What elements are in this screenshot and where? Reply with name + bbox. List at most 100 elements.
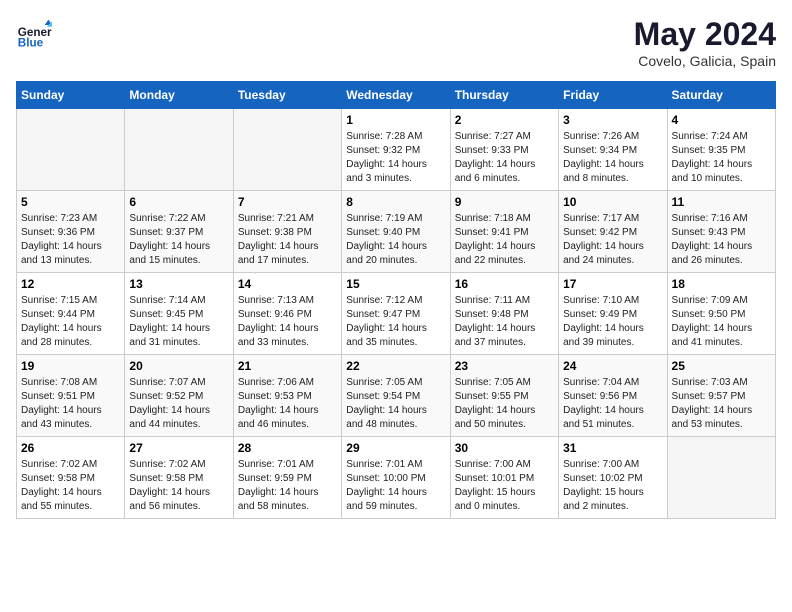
svg-text:Blue: Blue — [18, 37, 44, 50]
weekday-header-thursday: Thursday — [450, 82, 558, 109]
day-info: Sunrise: 7:19 AM Sunset: 9:40 PM Dayligh… — [346, 212, 445, 268]
calendar-cell: 13 Sunrise: 7:14 AM Sunset: 9:45 PM Dayli… — [125, 273, 233, 355]
day-number: 2 — [455, 113, 554, 127]
calendar-cell: 21Sunrise: 7:06 AM Sunset: 9:53 PM Dayli… — [233, 355, 341, 437]
calendar-cell: 16 Sunrise: 7:11 AM Sunset: 9:48 PM Dayli… — [450, 273, 558, 355]
calendar-cell: 12 Sunrise: 7:15 AM Sunset: 9:44 PM Dayli… — [17, 273, 125, 355]
day-number: 25 — [672, 359, 771, 373]
weekday-header-wednesday: Wednesday — [342, 82, 450, 109]
day-number: 15 — [346, 277, 445, 291]
day-number: 3 — [563, 113, 662, 127]
weekday-header-row: SundayMondayTuesdayWednesdayThursdayFrid… — [17, 82, 776, 109]
calendar-cell: 4 Sunrise: 7:24 AM Sunset: 9:35 PM Daylig… — [667, 109, 775, 191]
day-info: Sunrise: 7:11 AM Sunset: 9:48 PM Dayligh… — [455, 294, 554, 350]
day-number: 5 — [21, 195, 120, 209]
calendar-cell — [233, 109, 341, 191]
day-info: Sunrise: 7:15 AM Sunset: 9:44 PM Dayligh… — [21, 294, 120, 350]
weekday-header-friday: Friday — [559, 82, 667, 109]
day-number: 24 — [563, 359, 662, 373]
day-info: Sunrise: 7:24 AM Sunset: 9:35 PM Dayligh… — [672, 130, 771, 186]
calendar-cell: 24Sunrise: 7:04 AM Sunset: 9:56 PM Dayli… — [559, 355, 667, 437]
day-number: 11 — [672, 195, 771, 209]
day-info: Sunrise: 7:27 AM Sunset: 9:33 PM Dayligh… — [455, 130, 554, 186]
calendar-cell: 30 Sunrise: 7:00 AM Sunset: 10:01 PM Dayl… — [450, 437, 558, 519]
day-number: 22 — [346, 359, 445, 373]
calendar-table: SundayMondayTuesdayWednesdayThursdayFrid… — [16, 81, 776, 519]
day-number: 30 — [455, 441, 554, 455]
day-number: 9 — [455, 195, 554, 209]
day-info: Sunrise: 7:28 AM Sunset: 9:32 PM Dayligh… — [346, 130, 445, 186]
day-number: 23 — [455, 359, 554, 373]
day-info: Sunrise: 7:09 AM Sunset: 9:50 PM Dayligh… — [672, 294, 771, 350]
day-number: 20 — [129, 359, 228, 373]
calendar-cell — [17, 109, 125, 191]
calendar-cell — [667, 437, 775, 519]
calendar-cell: 15 Sunrise: 7:12 AM Sunset: 9:47 PM Dayli… — [342, 273, 450, 355]
week-row-3: 12 Sunrise: 7:15 AM Sunset: 9:44 PM Dayli… — [17, 273, 776, 355]
day-number: 7 — [238, 195, 337, 209]
calendar-cell: 14 Sunrise: 7:13 AM Sunset: 9:46 PM Dayli… — [233, 273, 341, 355]
day-info: Sunrise: 7:13 AM Sunset: 9:46 PM Dayligh… — [238, 294, 337, 350]
calendar-cell: 1 Sunrise: 7:28 AM Sunset: 9:32 PM Daylig… — [342, 109, 450, 191]
day-info: Sunrise: 7:10 AM Sunset: 9:49 PM Dayligh… — [563, 294, 662, 350]
day-info: Sunrise: 7:22 AM Sunset: 9:37 PM Dayligh… — [129, 212, 228, 268]
day-info: Sunrise: 7:26 AM Sunset: 9:34 PM Dayligh… — [563, 130, 662, 186]
day-info: Sunrise: 7:17 AM Sunset: 9:42 PM Dayligh… — [563, 212, 662, 268]
week-row-5: 26 Sunrise: 7:02 AM Sunset: 9:58 PM Dayli… — [17, 437, 776, 519]
day-number: 4 — [672, 113, 771, 127]
day-info: Sunrise: 7:08 AM Sunset: 9:51 PM Dayligh… — [21, 376, 120, 432]
subtitle: Covelo, Galicia, Spain — [634, 53, 776, 69]
calendar-cell: 19 Sunrise: 7:08 AM Sunset: 9:51 PM Dayli… — [17, 355, 125, 437]
day-number: 17 — [563, 277, 662, 291]
day-number: 16 — [455, 277, 554, 291]
calendar-cell: 29Sunrise: 7:01 AM Sunset: 10:00 PM Dayl… — [342, 437, 450, 519]
logo-icon: General Blue — [16, 16, 52, 52]
weekday-header-saturday: Saturday — [667, 82, 775, 109]
day-info: Sunrise: 7:07 AM Sunset: 9:52 PM Dayligh… — [129, 376, 228, 432]
calendar-cell: 28Sunrise: 7:01 AM Sunset: 9:59 PM Dayli… — [233, 437, 341, 519]
weekday-header-monday: Monday — [125, 82, 233, 109]
week-row-4: 19 Sunrise: 7:08 AM Sunset: 9:51 PM Dayli… — [17, 355, 776, 437]
day-info: Sunrise: 7:23 AM Sunset: 9:36 PM Dayligh… — [21, 212, 120, 268]
calendar-cell: 11 Sunrise: 7:16 AM Sunset: 9:43 PM Dayli… — [667, 191, 775, 273]
day-info: Sunrise: 7:02 AM Sunset: 9:58 PM Dayligh… — [21, 458, 120, 514]
header: General Blue May 2024 Covelo, Galicia, S… — [16, 16, 776, 69]
day-info: Sunrise: 7:06 AM Sunset: 9:53 PM Dayligh… — [238, 376, 337, 432]
day-info: Sunrise: 7:03 AM Sunset: 9:57 PM Dayligh… — [672, 376, 771, 432]
day-number: 31 — [563, 441, 662, 455]
calendar-cell: 17 Sunrise: 7:10 AM Sunset: 9:49 PM Dayli… — [559, 273, 667, 355]
week-row-1: 1 Sunrise: 7:28 AM Sunset: 9:32 PM Daylig… — [17, 109, 776, 191]
day-number: 13 — [129, 277, 228, 291]
calendar-cell: 23Sunrise: 7:05 AM Sunset: 9:55 PM Dayli… — [450, 355, 558, 437]
day-info: Sunrise: 7:00 AM Sunset: 10:02 PM Daylig… — [563, 458, 662, 514]
calendar-cell: 10Sunrise: 7:17 AM Sunset: 9:42 PM Dayli… — [559, 191, 667, 273]
calendar-cell: 6Sunrise: 7:22 AM Sunset: 9:37 PM Daylig… — [125, 191, 233, 273]
calendar-cell: 31 Sunrise: 7:00 AM Sunset: 10:02 PM Dayl… — [559, 437, 667, 519]
day-number: 27 — [129, 441, 228, 455]
day-info: Sunrise: 7:12 AM Sunset: 9:47 PM Dayligh… — [346, 294, 445, 350]
weekday-header-tuesday: Tuesday — [233, 82, 341, 109]
day-number: 19 — [21, 359, 120, 373]
calendar-cell: 27Sunrise: 7:02 AM Sunset: 9:58 PM Dayli… — [125, 437, 233, 519]
calendar-cell: 7 Sunrise: 7:21 AM Sunset: 9:38 PM Daylig… — [233, 191, 341, 273]
day-info: Sunrise: 7:00 AM Sunset: 10:01 PM Daylig… — [455, 458, 554, 514]
day-info: Sunrise: 7:18 AM Sunset: 9:41 PM Dayligh… — [455, 212, 554, 268]
calendar-cell: 20 Sunrise: 7:07 AM Sunset: 9:52 PM Dayli… — [125, 355, 233, 437]
day-info: Sunrise: 7:16 AM Sunset: 9:43 PM Dayligh… — [672, 212, 771, 268]
day-number: 8 — [346, 195, 445, 209]
main-title: May 2024 — [634, 16, 776, 53]
day-number: 26 — [21, 441, 120, 455]
calendar-cell: 18 Sunrise: 7:09 AM Sunset: 9:50 PM Dayli… — [667, 273, 775, 355]
calendar-cell: 2 Sunrise: 7:27 AM Sunset: 9:33 PM Daylig… — [450, 109, 558, 191]
calendar-cell: 26 Sunrise: 7:02 AM Sunset: 9:58 PM Dayli… — [17, 437, 125, 519]
day-number: 12 — [21, 277, 120, 291]
day-number: 1 — [346, 113, 445, 127]
title-area: May 2024 Covelo, Galicia, Spain — [634, 16, 776, 69]
day-info: Sunrise: 7:14 AM Sunset: 9:45 PM Dayligh… — [129, 294, 228, 350]
weekday-header-sunday: Sunday — [17, 82, 125, 109]
week-row-2: 5 Sunrise: 7:23 AM Sunset: 9:36 PM Daylig… — [17, 191, 776, 273]
day-number: 18 — [672, 277, 771, 291]
day-number: 28 — [238, 441, 337, 455]
day-number: 14 — [238, 277, 337, 291]
day-info: Sunrise: 7:21 AM Sunset: 9:38 PM Dayligh… — [238, 212, 337, 268]
